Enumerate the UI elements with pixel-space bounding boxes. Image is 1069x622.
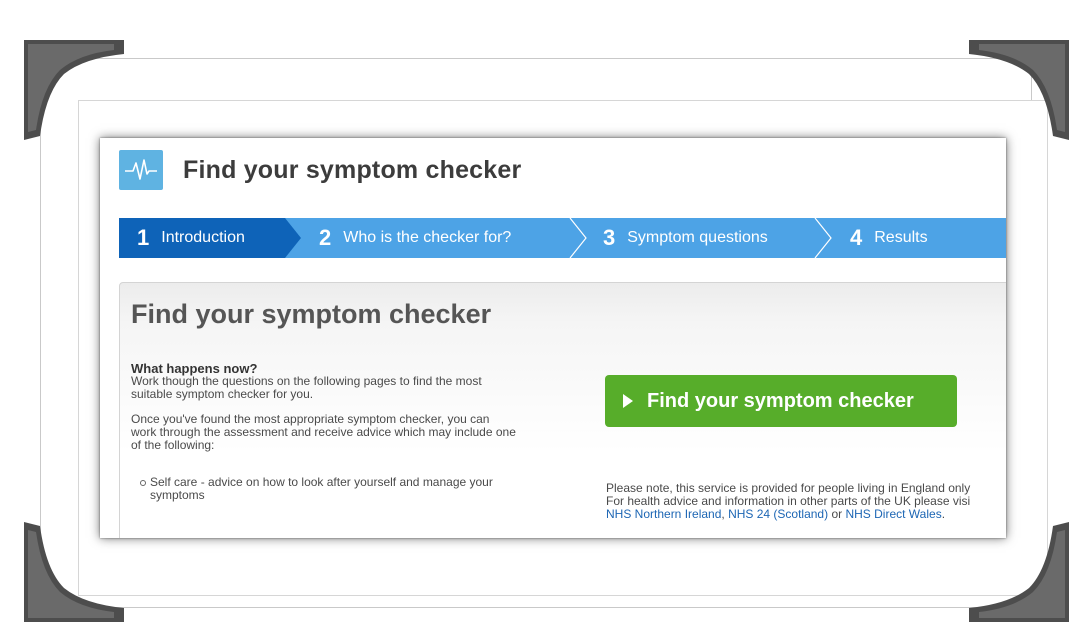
list-item-text: symptoms bbox=[150, 488, 205, 502]
step-number: 1 bbox=[137, 225, 150, 250]
step-label: Introduction bbox=[161, 229, 245, 246]
intro-line: suitable symptom checker for you. bbox=[131, 387, 314, 401]
info-paragraph-line: of the following: bbox=[131, 438, 215, 452]
step-label: Symptom questions bbox=[627, 229, 768, 246]
heartbeat-icon bbox=[119, 150, 163, 190]
progress-steps: 1 Introduction 2 Who is the checker for?… bbox=[119, 218, 1006, 258]
nhs-northern-ireland-link[interactable]: NHS Northern Ireland bbox=[606, 507, 721, 521]
step-introduction[interactable]: 1 Introduction bbox=[137, 218, 245, 258]
step-separator-chevron-icon bbox=[568, 218, 588, 258]
step-number: 4 bbox=[850, 225, 863, 250]
panel-title: Find your symptom checker bbox=[131, 299, 492, 329]
step-label: Who is the checker for? bbox=[343, 229, 512, 246]
list-item-text: Self care - advice on how to look after … bbox=[150, 475, 493, 489]
page-title: Find your symptom checker bbox=[183, 155, 522, 184]
find-symptom-checker-button[interactable]: Find your symptom checker bbox=[605, 375, 957, 427]
step-label: Results bbox=[874, 229, 928, 246]
nhs-direct-wales-link[interactable]: NHS Direct Wales bbox=[845, 507, 941, 521]
content-panel: Find your symptom checker What happens n… bbox=[119, 282, 1006, 538]
list-item: Self care - advice on how to look after … bbox=[131, 476, 571, 502]
step-active-arrow bbox=[285, 218, 301, 258]
note-links: NHS Northern Ireland, NHS 24 (Scotland) … bbox=[606, 507, 946, 521]
nhs-24-scotland-link[interactable]: NHS 24 (Scotland) bbox=[728, 507, 828, 521]
step-who-is-checker-for[interactable]: 2 Who is the checker for? bbox=[319, 218, 511, 258]
page-header: Find your symptom checker bbox=[119, 149, 521, 191]
cta-label: Find your symptom checker bbox=[647, 389, 914, 412]
frame-corner-top-right bbox=[959, 40, 1069, 150]
advice-list: Self care - advice on how to look after … bbox=[131, 476, 571, 502]
info-column: What happens now? Work though the questi… bbox=[131, 362, 571, 502]
step-number: 2 bbox=[319, 225, 332, 250]
frame-corner-top-left bbox=[24, 40, 134, 150]
bullet-circle-icon bbox=[140, 480, 146, 486]
step-separator-chevron-icon bbox=[813, 218, 833, 258]
step-symptom-questions[interactable]: 3 Symptom questions bbox=[603, 218, 768, 258]
screenshot-card: Find your symptom checker 1 Introduction… bbox=[100, 138, 1006, 538]
step-number: 3 bbox=[603, 225, 616, 250]
play-arrow-icon bbox=[623, 394, 633, 408]
england-only-note: Please note, this service is provided fo… bbox=[606, 482, 1006, 521]
step-results[interactable]: 4 Results bbox=[850, 218, 928, 258]
